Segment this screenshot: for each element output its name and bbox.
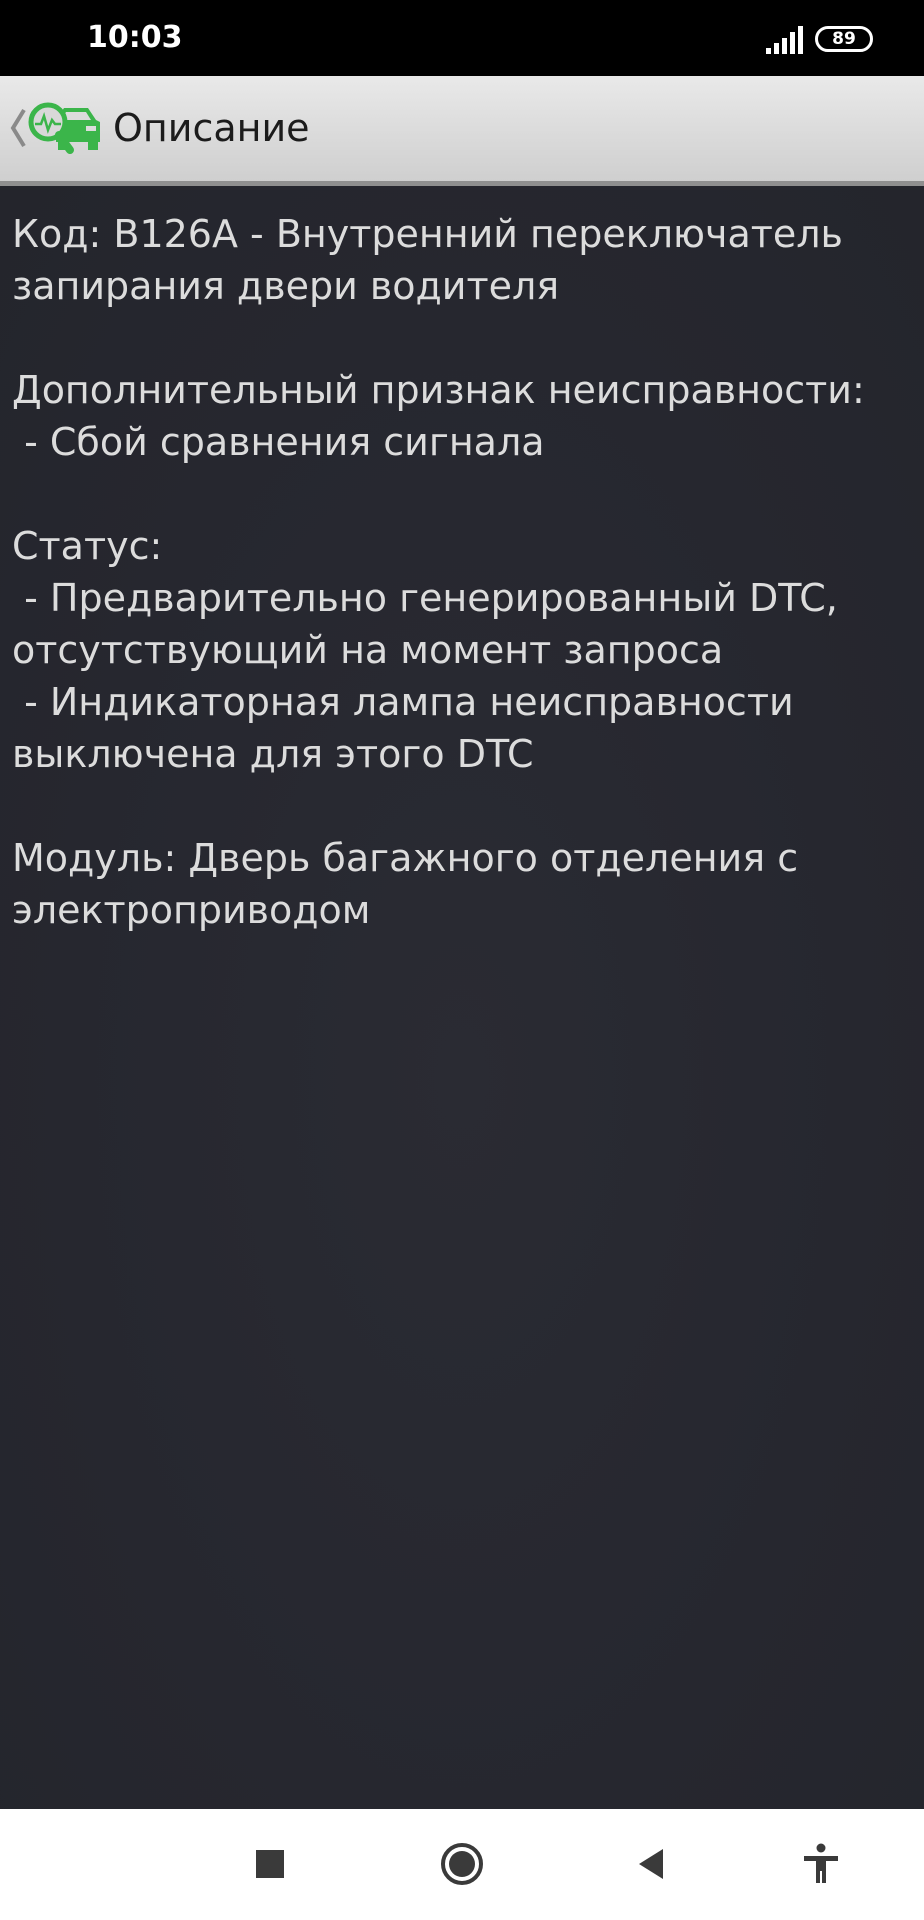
app-bar: Описание [0, 76, 924, 186]
signal-strength-icon [766, 26, 803, 54]
description-line: Дополнительный признак неисправности: [12, 368, 865, 412]
battery-icon: 89 [815, 26, 873, 52]
description-line: - Индикаторная лампа неисправности [12, 680, 794, 724]
battery-level: 89 [832, 29, 856, 49]
status-bar: 10:03 89 [0, 0, 924, 76]
app-logo-icon [28, 102, 100, 154]
description-line: электроприводом [12, 888, 371, 932]
recent-apps-icon[interactable] [245, 1839, 295, 1889]
system-navigation-bar [0, 1809, 924, 1920]
home-icon[interactable] [437, 1839, 487, 1889]
back-chevron-icon[interactable] [8, 106, 28, 150]
description-line: запирания двери водителя [12, 264, 560, 308]
description-line: Код: B126A - Внутренний переключатель [12, 212, 843, 256]
description-panel: Код: B126A - Внутренний переключатель за… [0, 186, 924, 1809]
description-line: - Предварительно генерированный DTC, [12, 576, 838, 620]
status-time: 10:03 [87, 20, 183, 55]
page-title: Описание [113, 106, 310, 150]
description-line [12, 312, 917, 364]
description-line: Модуль: Дверь багажного отделения с [12, 836, 799, 880]
description-line: выключена для этого DTC [12, 732, 534, 776]
description-text: Код: B126A - Внутренний переключатель за… [12, 208, 917, 936]
description-line: - Сбой сравнения сигнала [12, 420, 545, 464]
description-line [12, 468, 917, 520]
description-line: отсутствующий на момент запроса [12, 628, 724, 672]
accessibility-icon[interactable] [796, 1839, 846, 1889]
back-icon[interactable] [627, 1839, 677, 1889]
description-line: Статус: [12, 524, 163, 568]
description-line [12, 780, 917, 832]
